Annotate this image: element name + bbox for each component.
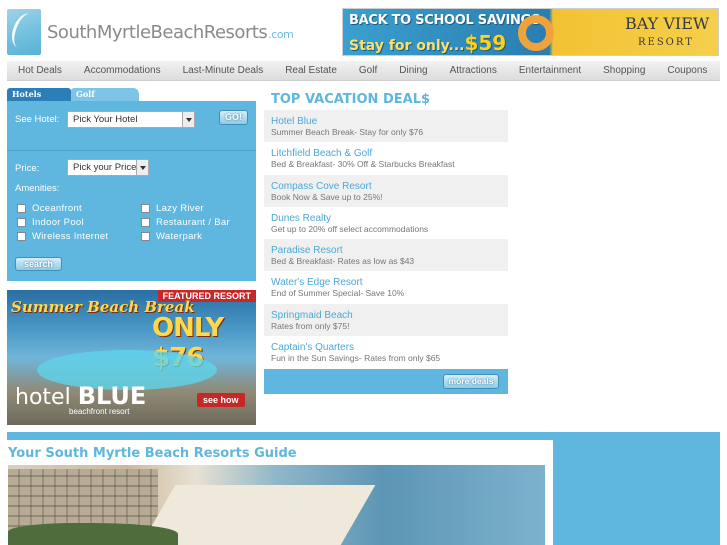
deal-desc: Summer Beach Break- Stay for only $76	[271, 127, 424, 137]
deal-desc: End of Summer Special- Save 10%	[271, 288, 405, 299]
palm-leaf-icon	[7, 9, 41, 55]
deal-name[interactable]: Paradise Resort	[271, 245, 501, 256]
nav-coupons[interactable]: Coupons	[656, 65, 718, 76]
featured-brand-sub: beachfront resort	[69, 407, 130, 416]
nav-last-minute-deals[interactable]: Last-Minute Deals	[172, 65, 275, 76]
featured-brand: hotel BLUE	[15, 382, 147, 410]
deal-desc: Get up to 20% off select accommodations	[271, 223, 429, 234]
amenity-wireless-internet[interactable]: Wireless Internet	[17, 231, 108, 242]
amenity-lazy-river[interactable]: Lazy River	[141, 203, 204, 214]
amenity-restaurant-bar[interactable]: Restaurant / Bar	[141, 217, 230, 228]
guide-title: Your South Myrtle Beach Resorts Guide	[8, 446, 297, 461]
divider	[7, 150, 256, 151]
nav-accommodations[interactable]: Accommodations	[73, 65, 172, 76]
deals-title: TOP VACATION DEAL$	[271, 92, 431, 107]
deal-name[interactable]: Hotel Blue	[271, 116, 501, 127]
nav-golf[interactable]: Golf	[348, 65, 388, 76]
deal-name[interactable]: Springmaid Beach	[271, 310, 501, 321]
see-how-button[interactable]: see how	[197, 393, 245, 407]
nav-entertainment[interactable]: Entertainment	[508, 65, 592, 76]
checkbox[interactable]	[17, 218, 26, 227]
amenity-indoor-pool[interactable]: Indoor Pool	[17, 217, 84, 228]
price-select[interactable]: Pick your Price	[67, 159, 149, 176]
bay-view-banner-ad[interactable]: BACK TO SCHOOL SAVINGS Stay for only...$…	[342, 8, 719, 56]
amenity-waterpark[interactable]: Waterpark	[141, 231, 202, 242]
site-logo[interactable]: SouthMyrtleBeachResorts.com	[7, 8, 297, 56]
featured-resort-ad[interactable]: FEATURED RESORT Summer Beach Break ONLY …	[7, 290, 256, 425]
search-tabs: Hotels Golf	[7, 88, 139, 101]
search-button[interactable]: search	[15, 257, 62, 271]
deal-item[interactable]: Water's Edge Resort End of Summer Special…	[264, 271, 508, 303]
deals-list: Hotel Blue Summer Beach Break- Stay for o…	[264, 110, 508, 368]
chevron-down-icon	[136, 160, 148, 175]
site-name: SouthMyrtleBeachResorts.com	[47, 21, 294, 43]
go-button[interactable]: GO!	[219, 110, 248, 125]
amenity-oceanfront[interactable]: Oceanfront	[17, 203, 82, 214]
price-label: Price:	[15, 163, 40, 174]
deal-name[interactable]: Captain's Quarters	[271, 342, 501, 353]
deal-item[interactable]: Paradise Resort Bed & Breakfast- Rates as…	[264, 239, 508, 272]
chevron-down-icon	[182, 112, 194, 127]
deal-desc: Fun in the Sun Savings- Rates from only …	[271, 353, 441, 364]
deals-footer: more deals	[264, 369, 508, 394]
inner-tube-image	[518, 15, 554, 51]
nav-real-estate[interactable]: Real Estate	[274, 65, 348, 76]
banner-offer: Stay for only...$59	[349, 31, 507, 55]
hotel-label: See Hotel:	[15, 114, 60, 125]
deal-name[interactable]: Water's Edge Resort	[271, 277, 501, 288]
tab-hotels[interactable]: Hotels	[7, 88, 71, 101]
hotel-search-panel: See Hotel: Pick Your Hotel GO! Price: Pi…	[7, 101, 256, 281]
banner-headline: BACK TO SCHOOL SAVINGS	[349, 13, 541, 28]
deal-desc: Bed & Breakfast- 30% Off & Starbucks Bre…	[271, 159, 455, 170]
banner-brand: BAY VIEW	[625, 14, 710, 33]
main-nav: Hot Deals Accommodations Last-Minute Dea…	[7, 61, 720, 81]
nav-dining[interactable]: Dining	[388, 65, 438, 76]
nav-hot-deals[interactable]: Hot Deals	[7, 65, 73, 76]
checkbox[interactable]	[141, 204, 150, 213]
deal-desc: Rates from only $75!	[271, 320, 350, 331]
deal-item[interactable]: Hotel Blue Summer Beach Break- Stay for o…	[264, 110, 508, 143]
deal-desc: Book Now & Save up to 25%!	[271, 191, 383, 202]
deal-name[interactable]: Dunes Realty	[271, 213, 501, 224]
deal-name[interactable]: Compass Cove Resort	[271, 181, 501, 192]
deal-item[interactable]: Springmaid Beach Rates from only $75!	[264, 303, 508, 337]
amenities-label: Amenities:	[15, 183, 60, 194]
checkbox[interactable]	[17, 204, 26, 213]
deal-item[interactable]: Litchfield Beach & Golf Bed & Breakfast- …	[264, 142, 508, 174]
deal-name[interactable]: Litchfield Beach & Golf	[271, 148, 501, 159]
checkbox[interactable]	[141, 232, 150, 241]
trees	[8, 523, 178, 545]
deal-item[interactable]: Dunes Realty Get up to 20% off select acc…	[264, 207, 508, 239]
deal-desc: Bed & Breakfast- Rates as low as $43	[271, 256, 415, 267]
checkbox[interactable]	[17, 232, 26, 241]
tab-golf[interactable]: Golf	[71, 88, 139, 101]
more-deals-button[interactable]: more deals	[443, 374, 499, 389]
hotel-select[interactable]: Pick Your Hotel	[67, 111, 195, 128]
nav-shopping[interactable]: Shopping	[592, 65, 656, 76]
beach-resort-photo	[8, 465, 545, 545]
checkbox[interactable]	[141, 218, 150, 227]
nav-attractions[interactable]: Attractions	[439, 65, 508, 76]
deal-item[interactable]: Captain's Quarters Fun in the Sun Savings…	[264, 336, 508, 368]
banner-brand-sub: RESORT	[638, 37, 694, 48]
deal-item[interactable]: Compass Cove Resort Book Now & Save up to…	[264, 174, 508, 207]
